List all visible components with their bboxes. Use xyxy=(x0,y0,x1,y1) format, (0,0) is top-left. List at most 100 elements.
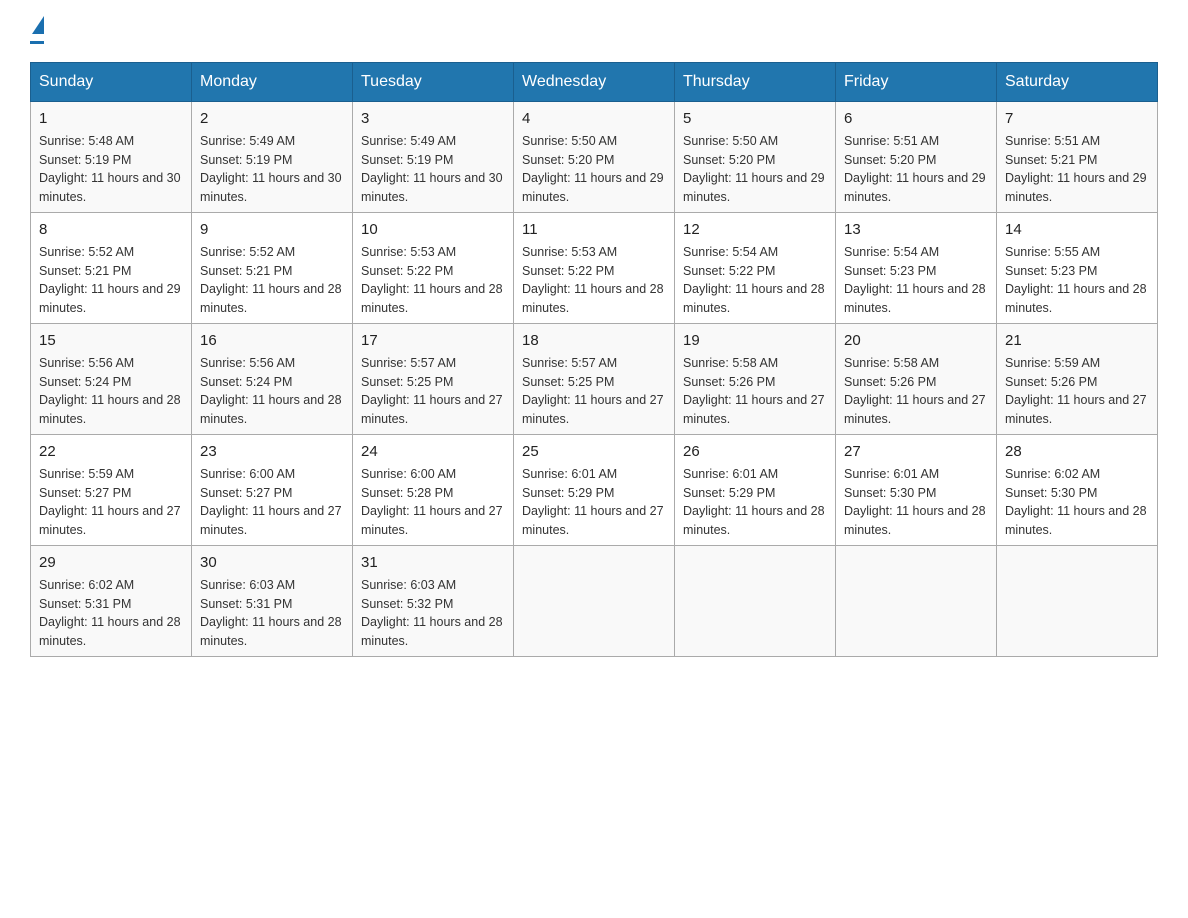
calendar-cell: 23 Sunrise: 6:00 AMSunset: 5:27 PMDaylig… xyxy=(192,435,353,546)
day-info: Sunrise: 6:03 AMSunset: 5:31 PMDaylight:… xyxy=(200,578,342,648)
calendar-body: 1 Sunrise: 5:48 AMSunset: 5:19 PMDayligh… xyxy=(31,102,1158,657)
calendar-cell: 1 Sunrise: 5:48 AMSunset: 5:19 PMDayligh… xyxy=(31,102,192,213)
day-header-wednesday: Wednesday xyxy=(514,63,675,102)
day-number: 25 xyxy=(522,441,666,462)
calendar-cell: 3 Sunrise: 5:49 AMSunset: 5:19 PMDayligh… xyxy=(353,102,514,213)
day-info: Sunrise: 6:01 AMSunset: 5:30 PMDaylight:… xyxy=(844,467,986,537)
day-info: Sunrise: 5:57 AMSunset: 5:25 PMDaylight:… xyxy=(522,356,664,426)
calendar-cell: 16 Sunrise: 5:56 AMSunset: 5:24 PMDaylig… xyxy=(192,324,353,435)
day-info: Sunrise: 5:49 AMSunset: 5:19 PMDaylight:… xyxy=(361,134,503,204)
calendar-cell: 17 Sunrise: 5:57 AMSunset: 5:25 PMDaylig… xyxy=(353,324,514,435)
day-info: Sunrise: 6:00 AMSunset: 5:28 PMDaylight:… xyxy=(361,467,503,537)
day-number: 5 xyxy=(683,108,827,129)
day-info: Sunrise: 5:52 AMSunset: 5:21 PMDaylight:… xyxy=(200,245,342,315)
day-header-saturday: Saturday xyxy=(997,63,1158,102)
day-info: Sunrise: 5:59 AMSunset: 5:27 PMDaylight:… xyxy=(39,467,181,537)
calendar-cell: 11 Sunrise: 5:53 AMSunset: 5:22 PMDaylig… xyxy=(514,213,675,324)
day-info: Sunrise: 5:55 AMSunset: 5:23 PMDaylight:… xyxy=(1005,245,1147,315)
day-info: Sunrise: 6:01 AMSunset: 5:29 PMDaylight:… xyxy=(522,467,664,537)
calendar-cell: 6 Sunrise: 5:51 AMSunset: 5:20 PMDayligh… xyxy=(836,102,997,213)
day-number: 6 xyxy=(844,108,988,129)
calendar-cell: 14 Sunrise: 5:55 AMSunset: 5:23 PMDaylig… xyxy=(997,213,1158,324)
day-info: Sunrise: 5:57 AMSunset: 5:25 PMDaylight:… xyxy=(361,356,503,426)
calendar-cell: 5 Sunrise: 5:50 AMSunset: 5:20 PMDayligh… xyxy=(675,102,836,213)
day-header-friday: Friday xyxy=(836,63,997,102)
day-number: 16 xyxy=(200,330,344,351)
day-info: Sunrise: 5:56 AMSunset: 5:24 PMDaylight:… xyxy=(200,356,342,426)
day-number: 24 xyxy=(361,441,505,462)
day-number: 1 xyxy=(39,108,183,129)
day-number: 13 xyxy=(844,219,988,240)
day-number: 19 xyxy=(683,330,827,351)
calendar-cell: 20 Sunrise: 5:58 AMSunset: 5:26 PMDaylig… xyxy=(836,324,997,435)
calendar-cell: 13 Sunrise: 5:54 AMSunset: 5:23 PMDaylig… xyxy=(836,213,997,324)
day-info: Sunrise: 5:50 AMSunset: 5:20 PMDaylight:… xyxy=(522,134,664,204)
day-number: 11 xyxy=(522,219,666,240)
calendar-cell: 18 Sunrise: 5:57 AMSunset: 5:25 PMDaylig… xyxy=(514,324,675,435)
calendar-cell xyxy=(514,546,675,657)
calendar-cell: 10 Sunrise: 5:53 AMSunset: 5:22 PMDaylig… xyxy=(353,213,514,324)
calendar-cell xyxy=(675,546,836,657)
day-info: Sunrise: 5:51 AMSunset: 5:20 PMDaylight:… xyxy=(844,134,986,204)
day-info: Sunrise: 6:00 AMSunset: 5:27 PMDaylight:… xyxy=(200,467,342,537)
calendar-cell: 21 Sunrise: 5:59 AMSunset: 5:26 PMDaylig… xyxy=(997,324,1158,435)
day-header-tuesday: Tuesday xyxy=(353,63,514,102)
calendar-cell: 4 Sunrise: 5:50 AMSunset: 5:20 PMDayligh… xyxy=(514,102,675,213)
calendar-cell: 7 Sunrise: 5:51 AMSunset: 5:21 PMDayligh… xyxy=(997,102,1158,213)
calendar-table: SundayMondayTuesdayWednesdayThursdayFrid… xyxy=(30,62,1158,657)
day-number: 15 xyxy=(39,330,183,351)
day-info: Sunrise: 6:02 AMSunset: 5:31 PMDaylight:… xyxy=(39,578,181,648)
day-info: Sunrise: 5:59 AMSunset: 5:26 PMDaylight:… xyxy=(1005,356,1147,426)
day-number: 8 xyxy=(39,219,183,240)
day-info: Sunrise: 5:54 AMSunset: 5:22 PMDaylight:… xyxy=(683,245,825,315)
calendar-cell: 22 Sunrise: 5:59 AMSunset: 5:27 PMDaylig… xyxy=(31,435,192,546)
calendar-cell: 8 Sunrise: 5:52 AMSunset: 5:21 PMDayligh… xyxy=(31,213,192,324)
day-number: 22 xyxy=(39,441,183,462)
day-info: Sunrise: 5:52 AMSunset: 5:21 PMDaylight:… xyxy=(39,245,181,315)
logo-underline xyxy=(30,41,44,44)
calendar-cell: 26 Sunrise: 6:01 AMSunset: 5:29 PMDaylig… xyxy=(675,435,836,546)
day-number: 3 xyxy=(361,108,505,129)
day-number: 4 xyxy=(522,108,666,129)
week-row-5: 29 Sunrise: 6:02 AMSunset: 5:31 PMDaylig… xyxy=(31,546,1158,657)
day-number: 30 xyxy=(200,552,344,573)
day-info: Sunrise: 6:03 AMSunset: 5:32 PMDaylight:… xyxy=(361,578,503,648)
calendar-cell: 9 Sunrise: 5:52 AMSunset: 5:21 PMDayligh… xyxy=(192,213,353,324)
calendar-cell xyxy=(997,546,1158,657)
calendar-cell: 25 Sunrise: 6:01 AMSunset: 5:29 PMDaylig… xyxy=(514,435,675,546)
day-info: Sunrise: 5:53 AMSunset: 5:22 PMDaylight:… xyxy=(361,245,503,315)
day-number: 21 xyxy=(1005,330,1149,351)
calendar-cell: 31 Sunrise: 6:03 AMSunset: 5:32 PMDaylig… xyxy=(353,546,514,657)
day-header-thursday: Thursday xyxy=(675,63,836,102)
page-header xyxy=(30,20,1158,44)
day-info: Sunrise: 5:51 AMSunset: 5:21 PMDaylight:… xyxy=(1005,134,1147,204)
calendar-cell: 19 Sunrise: 5:58 AMSunset: 5:26 PMDaylig… xyxy=(675,324,836,435)
day-number: 29 xyxy=(39,552,183,573)
day-info: Sunrise: 5:53 AMSunset: 5:22 PMDaylight:… xyxy=(522,245,664,315)
calendar-cell: 28 Sunrise: 6:02 AMSunset: 5:30 PMDaylig… xyxy=(997,435,1158,546)
day-number: 20 xyxy=(844,330,988,351)
day-info: Sunrise: 5:58 AMSunset: 5:26 PMDaylight:… xyxy=(844,356,986,426)
day-info: Sunrise: 5:49 AMSunset: 5:19 PMDaylight:… xyxy=(200,134,342,204)
day-info: Sunrise: 6:01 AMSunset: 5:29 PMDaylight:… xyxy=(683,467,825,537)
week-row-3: 15 Sunrise: 5:56 AMSunset: 5:24 PMDaylig… xyxy=(31,324,1158,435)
calendar-cell: 30 Sunrise: 6:03 AMSunset: 5:31 PMDaylig… xyxy=(192,546,353,657)
calendar-cell: 2 Sunrise: 5:49 AMSunset: 5:19 PMDayligh… xyxy=(192,102,353,213)
day-info: Sunrise: 5:50 AMSunset: 5:20 PMDaylight:… xyxy=(683,134,825,204)
calendar-cell: 27 Sunrise: 6:01 AMSunset: 5:30 PMDaylig… xyxy=(836,435,997,546)
week-row-2: 8 Sunrise: 5:52 AMSunset: 5:21 PMDayligh… xyxy=(31,213,1158,324)
calendar-cell: 29 Sunrise: 6:02 AMSunset: 5:31 PMDaylig… xyxy=(31,546,192,657)
day-number: 26 xyxy=(683,441,827,462)
calendar-header: SundayMondayTuesdayWednesdayThursdayFrid… xyxy=(31,63,1158,102)
day-number: 23 xyxy=(200,441,344,462)
days-of-week-row: SundayMondayTuesdayWednesdayThursdayFrid… xyxy=(31,63,1158,102)
logo-triangle-icon xyxy=(32,16,44,34)
day-number: 10 xyxy=(361,219,505,240)
day-number: 7 xyxy=(1005,108,1149,129)
calendar-cell: 15 Sunrise: 5:56 AMSunset: 5:24 PMDaylig… xyxy=(31,324,192,435)
week-row-1: 1 Sunrise: 5:48 AMSunset: 5:19 PMDayligh… xyxy=(31,102,1158,213)
day-info: Sunrise: 6:02 AMSunset: 5:30 PMDaylight:… xyxy=(1005,467,1147,537)
logo xyxy=(30,20,44,44)
day-number: 28 xyxy=(1005,441,1149,462)
day-number: 14 xyxy=(1005,219,1149,240)
